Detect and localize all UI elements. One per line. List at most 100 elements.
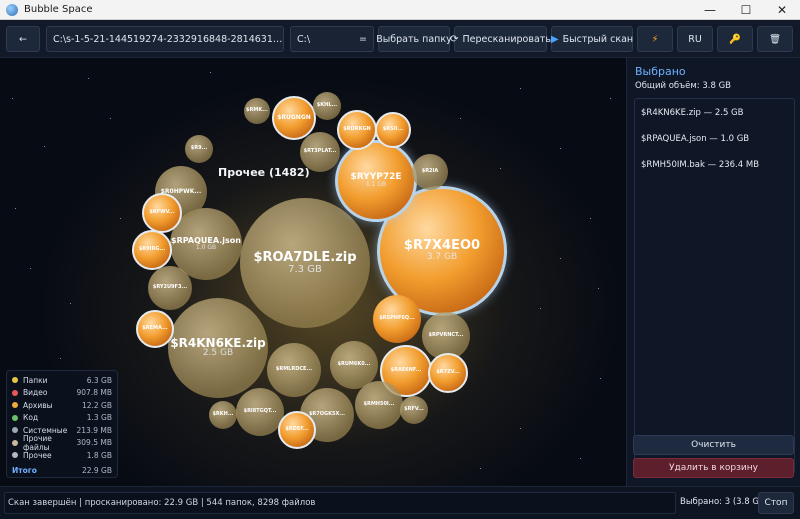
- file-bubble[interactable]: $RMK...: [244, 98, 270, 124]
- selection-item[interactable]: $RMH50IM.bak — 236.4 MB: [641, 160, 759, 170]
- back-button[interactable]: ←: [6, 26, 40, 52]
- selection-item[interactable]: $RPAQUEA.json — 1.0 GB: [641, 134, 749, 144]
- file-bubble[interactable]: $RDEF...: [278, 411, 316, 449]
- stop-button[interactable]: Стоп: [758, 492, 794, 514]
- file-bubble[interactable]: $R9...: [185, 135, 213, 163]
- trash-button[interactable]: 🗑: [757, 26, 793, 52]
- legend-item: Прочие файлы 309.5 MB: [12, 434, 112, 452]
- bubble-name: $RY2U9F3...: [152, 284, 188, 291]
- bubble-name: $RUM6K0...: [337, 361, 371, 368]
- bubble-name: $RMH50I...: [363, 401, 395, 408]
- file-bubble[interactable]: $RMH50I...: [355, 381, 403, 429]
- drive-value: C:\: [297, 33, 311, 45]
- bubble-name: $RFWV...: [149, 209, 175, 216]
- key-button[interactable]: 🔑: [717, 26, 753, 52]
- legend-value: 309.5 MB: [76, 438, 112, 448]
- star-decoration: [540, 308, 541, 309]
- bubble-name: $REMA...: [142, 325, 168, 332]
- trash-icon: 🗑: [768, 33, 782, 45]
- file-bubble[interactable]: $KHL...: [313, 92, 341, 120]
- bubble-name: $R7OGK5X...: [308, 411, 346, 418]
- file-bubble[interactable]: $RSPHF6Q...: [373, 295, 421, 343]
- bubble-name: $R9IRG...: [138, 246, 166, 253]
- flash-icon: ⚡: [651, 33, 659, 45]
- legend-item: Архивы 12.2 GB: [12, 399, 112, 412]
- star-decoration: [30, 268, 31, 269]
- file-bubble[interactable]: $RMLRDCE...: [267, 343, 321, 397]
- legend-color-dot: [12, 389, 18, 396]
- legend-item: Код 1.3 GB: [12, 412, 112, 425]
- choose-folder-button[interactable]: Выбрать папку: [376, 26, 452, 52]
- close-button[interactable]: ✕: [764, 0, 800, 20]
- maximize-button[interactable]: ☐: [728, 0, 764, 20]
- bubble-name: $RKH...: [212, 411, 234, 418]
- file-bubble[interactable]: $ROA7DLE.zip 7.3 GB: [240, 198, 370, 328]
- app-icon: [6, 3, 18, 16]
- file-bubble[interactable]: $RI8TGQT...: [236, 388, 284, 436]
- legend-color-dot: [12, 402, 18, 409]
- panel-total: Общий объём: 3.8 GB: [635, 81, 731, 91]
- star-decoration: [610, 98, 611, 99]
- path-value: C:\s-1-5-21-144519274-2332916848-2814631…: [53, 33, 283, 45]
- legend-color-dot: [12, 452, 18, 459]
- legend-color-dot: [12, 377, 18, 384]
- file-bubble[interactable]: $RDRKGN: [337, 110, 377, 150]
- quick-scan-button[interactable]: ▶ Быстрый скан: [551, 26, 633, 52]
- bubble-canvas[interactable]: Прочее (1482) $R7X4EO0 3.7 GB $ROA7DLE.zip…: [0, 58, 626, 486]
- star-decoration: [120, 218, 121, 219]
- legend-color-dot: [12, 439, 18, 446]
- star-decoration: [60, 358, 61, 359]
- star-decoration: [88, 78, 89, 79]
- bubble-name: $RSII...: [382, 126, 404, 133]
- legend-item: Папки 6.3 GB: [12, 374, 112, 387]
- file-bubble[interactable]: $RYYP72E 1.1 GB: [335, 140, 417, 222]
- minimize-button[interactable]: —: [692, 0, 728, 20]
- file-bubble[interactable]: $R4KN6KE.zip 2.5 GB: [168, 298, 268, 398]
- star-decoration: [590, 218, 591, 219]
- legend-value: 12.2 GB: [81, 400, 112, 410]
- file-bubble[interactable]: $RUGNGN: [272, 96, 316, 140]
- language-button[interactable]: RU: [677, 26, 713, 52]
- bubble-size: 7.3 GB: [288, 264, 322, 276]
- flash-button[interactable]: ⚡: [637, 26, 673, 52]
- legend-color-dot: [12, 427, 18, 434]
- legend-total: Итого 22.9 GB: [12, 465, 112, 478]
- rescan-label: Пересканировать: [462, 33, 551, 45]
- file-bubble[interactable]: $R2IA: [412, 154, 448, 190]
- file-bubble[interactable]: $RY2U9F3...: [148, 266, 192, 310]
- selection-item[interactable]: $R4KN6KE.zip — 2.5 GB: [641, 108, 743, 118]
- legend-value: 213.9 MB: [76, 425, 112, 435]
- star-decoration: [580, 458, 581, 459]
- file-bubble[interactable]: $RSII...: [375, 112, 411, 148]
- bubble-name: $RDEF...: [285, 426, 309, 433]
- legend-label: Код: [23, 413, 39, 423]
- file-bubble[interactable]: $RKH...: [209, 401, 237, 429]
- play-icon: ▶: [550, 33, 559, 45]
- bubble-name: $RMLRDCE...: [275, 366, 313, 373]
- file-bubble[interactable]: $RFV...: [400, 396, 428, 424]
- file-bubble[interactable]: $RT3PLAT...: [300, 132, 340, 172]
- legend-value: 1.3 GB: [86, 413, 112, 423]
- drive-select[interactable]: C:\ =: [290, 26, 374, 52]
- selection-list[interactable]: $R4KN6KE.zip — 2.5 GB $RPAQUEA.json — 1.…: [634, 98, 795, 474]
- refresh-icon: ⟳: [450, 33, 459, 45]
- path-input[interactable]: C:\s-1-5-21-144519274-2332916848-2814631…: [46, 26, 284, 52]
- file-bubble[interactable]: $R7ZV...: [428, 353, 468, 393]
- star-decoration: [70, 303, 71, 304]
- window-title: Bubble Space: [24, 4, 93, 15]
- quick-scan-label: Быстрый скан: [562, 33, 634, 45]
- file-bubble[interactable]: $RFWV...: [142, 193, 182, 233]
- legend-value: 6.3 GB: [86, 375, 112, 385]
- clear-button[interactable]: Очистить: [633, 435, 794, 455]
- legend-item: Прочее 1.8 GB: [12, 449, 112, 462]
- star-decoration: [500, 168, 501, 169]
- delete-to-trash-button[interactable]: Удалить в корзину: [633, 458, 794, 478]
- rescan-button[interactable]: ⟳ Пересканировать: [450, 26, 551, 52]
- file-bubble[interactable]: $REMA...: [136, 310, 174, 348]
- star-decoration: [600, 378, 601, 379]
- bubble-name: $RT3PLAT...: [303, 148, 337, 155]
- bubble-name: $RAE6NF...: [390, 367, 422, 374]
- panel-title: Выбрано: [635, 65, 686, 78]
- file-bubble[interactable]: $R9IRG...: [132, 230, 172, 270]
- title-bar: Bubble Space — ☐ ✕: [0, 0, 800, 20]
